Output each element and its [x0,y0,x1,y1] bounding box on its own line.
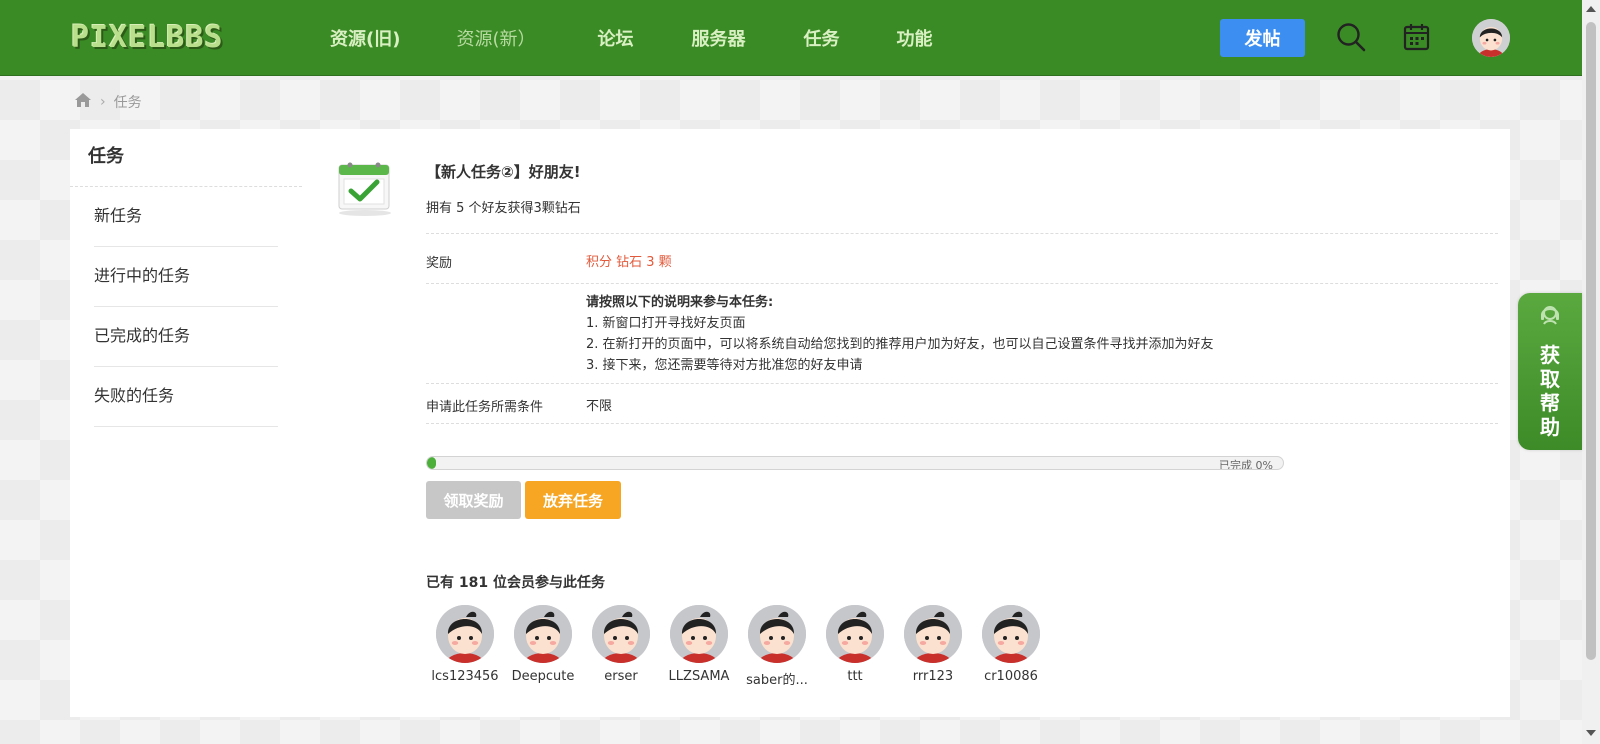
participants-title: 已有 181 位会员参与此任务 [426,575,605,591]
top-header: PIXELBBS 资源(旧) 资源(新） 论坛 服务器 任务 功能 发帖 [0,0,1582,76]
participants-list: lcs123456 Deepcute erser LLZSAMA saber的... tt… [426,605,1050,688]
user-avatar[interactable] [1472,19,1510,57]
nav-server[interactable]: 服务器 [691,25,745,51]
main-nav: 资源(旧) 资源(新） 论坛 服务器 任务 功能 [312,0,932,76]
participant-avatar[interactable] [592,605,650,663]
participant-avatar[interactable] [826,605,884,663]
task-panel: 任务 新任务 进行中的任务 已完成的任务 失败的任务 【新人任务②】好朋友! 拥… [70,129,1510,717]
participant-member[interactable]: erser [582,605,660,688]
scroll-thumb[interactable] [1586,22,1596,660]
sidebar-title: 任务 [70,129,302,187]
sidebar-item-failed[interactable]: 失败的任务 [94,367,278,427]
participant-member[interactable]: Deepcute [504,605,582,688]
instruction-step: 2. 在新打开的页面中，可以将系统自动给您找到的推荐用户加为好友，也可以自己设置… [586,337,1214,352]
sidebar-item-in-progress[interactable]: 进行中的任务 [94,247,278,307]
nav-features[interactable]: 功能 [896,25,932,51]
instruction-step: 1. 新窗口打开寻找好友页面 [586,316,746,331]
instructions-row: 请按照以下的说明来参与本任务: 1. 新窗口打开寻找好友页面 2. 在新打开的页… [426,283,1498,383]
reward-value: 积分 钻石 3 颗 [586,255,672,270]
headset-icon [1538,303,1562,331]
sidebar-item-new[interactable]: 新任务 [94,187,278,247]
reward-label: 奖励 [426,256,453,271]
condition-label: 申请此任务所需条件 [426,400,544,415]
participant-avatar[interactable] [904,605,962,663]
site-logo[interactable]: PIXELBBS [71,20,253,56]
nav-resources-new[interactable]: 资源(新） [456,25,535,51]
search-icon[interactable] [1336,22,1366,56]
breadcrumb-current: 任务 [113,95,142,111]
participant-avatar[interactable] [748,605,806,663]
instructions-heading: 请按照以下的说明来参与本任务: [586,295,774,310]
post-button[interactable]: 发帖 [1220,19,1305,57]
calendar-icon[interactable] [1403,22,1431,56]
help-tab[interactable]: 获取帮助 [1518,293,1582,450]
participant-member[interactable]: LLZSAMA [660,605,738,688]
claim-reward-button[interactable]: 领取奖励 [426,481,521,519]
participant-name[interactable]: rrr123 [894,669,972,684]
participant-name[interactable]: cr10086 [972,669,1050,684]
participant-avatar[interactable] [436,605,494,663]
participant-name[interactable]: lcs123456 [426,669,504,684]
home-icon[interactable] [74,92,92,112]
breadcrumb: › 任务 [74,92,142,112]
participant-member[interactable]: cr10086 [972,605,1050,688]
participant-avatar[interactable] [982,605,1040,663]
progress-text: 已完成 0% [1219,459,1273,470]
help-tab-label: 获取帮助 [1540,343,1560,439]
nav-resources-old[interactable]: 资源(旧) [330,25,400,51]
instruction-step: 3. 接下来，您还需要等待对方批准您的好友申请 [586,358,863,373]
participant-member[interactable]: lcs123456 [426,605,504,688]
task-title: 【新人任务②】好朋友! [426,163,581,181]
participant-name[interactable]: saber的... [738,669,816,688]
participant-member[interactable]: rrr123 [894,605,972,688]
nav-forum[interactable]: 论坛 [597,25,633,51]
participant-avatar[interactable] [514,605,572,663]
participant-avatar[interactable] [670,605,728,663]
sidebar-item-completed[interactable]: 已完成的任务 [94,307,278,367]
abandon-task-button[interactable]: 放弃任务 [525,481,621,519]
scroll-down-arrow[interactable] [1586,730,1596,736]
participant-name[interactable]: ttt [816,669,894,684]
task-sidebar: 任务 新任务 进行中的任务 已完成的任务 失败的任务 [70,129,302,427]
participant-name[interactable]: Deepcute [504,669,582,684]
progress-fill [427,457,436,469]
scroll-up-arrow[interactable] [1586,6,1596,12]
task-calendar-check-icon [334,159,396,217]
participant-name[interactable]: erser [582,669,660,684]
page-scrollbar[interactable] [1582,0,1600,744]
condition-value: 不限 [586,399,613,414]
nav-tasks[interactable]: 任务 [803,25,839,51]
participant-name[interactable]: LLZSAMA [660,669,738,684]
reward-row: 奖励 积分 钻石 3 颗 [426,233,1498,283]
condition-row: 申请此任务所需条件 不限 [426,383,1498,424]
participant-member[interactable]: saber的... [738,605,816,688]
instructions-block: 请按照以下的说明来参与本任务: 1. 新窗口打开寻找好友页面 2. 在新打开的页… [586,292,1214,376]
participant-member[interactable]: ttt [816,605,894,688]
task-description: 拥有 5 个好友获得3颗钻石 [426,201,581,216]
task-progress-bar: 已完成 0% [426,456,1284,470]
chevron-right-icon: › [100,94,106,110]
